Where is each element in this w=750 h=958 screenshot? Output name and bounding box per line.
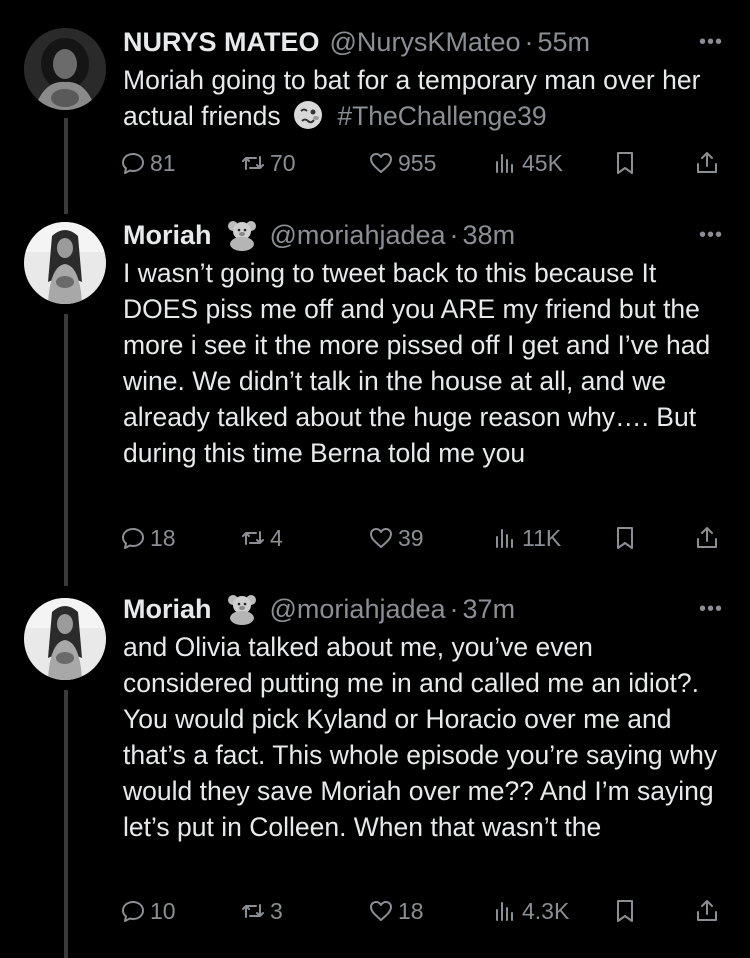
views-count: 11K — [522, 524, 562, 551]
teddy-bear-icon — [224, 593, 260, 625]
timestamp[interactable]: 55m — [537, 27, 590, 58]
retweet-button[interactable]: 70 — [240, 147, 296, 179]
avatar[interactable] — [24, 28, 106, 110]
separator: · — [524, 26, 534, 57]
bookmark-icon — [617, 152, 633, 174]
action-bar: 10 3 18 4.3K — [120, 895, 730, 927]
tweet-header: Moriah @moriahjadea · 38m ••• — [123, 217, 726, 253]
reply-count: 10 — [150, 897, 176, 924]
avatar[interactable] — [24, 222, 106, 304]
reply-count: 81 — [150, 149, 176, 176]
share-button[interactable] — [694, 522, 724, 554]
like-count: 39 — [398, 524, 424, 551]
retweet-icon — [242, 156, 264, 170]
retweet-count: 70 — [270, 149, 296, 176]
handle[interactable]: @moriahjadea — [270, 220, 446, 251]
retweet-button[interactable]: 3 — [240, 895, 283, 927]
retweet-icon — [242, 531, 264, 545]
views-icon — [496, 154, 513, 173]
reply-button[interactable]: 10 — [120, 895, 176, 927]
bookmark-button[interactable] — [612, 522, 642, 554]
display-name[interactable]: Moriah — [123, 220, 212, 251]
like-count: 18 — [398, 897, 424, 924]
like-button[interactable]: 18 — [368, 895, 424, 927]
reply-icon — [122, 528, 144, 549]
share-button[interactable] — [694, 895, 724, 927]
display-name[interactable]: NURYS MATEO — [123, 27, 320, 58]
action-bar: 18 4 39 11K — [120, 522, 730, 554]
tweet-text: and Olivia talked about me, you’ve even … — [123, 632, 718, 842]
retweet-count: 4 — [270, 524, 283, 551]
bookmark-button[interactable] — [612, 895, 642, 927]
views-count: 45K — [522, 149, 563, 176]
heart-icon — [370, 153, 392, 173]
teddy-bear-icon — [224, 219, 260, 251]
tweet-text: I wasn’t going to tweet back to this bec… — [123, 258, 711, 468]
woozy-face-icon — [292, 99, 324, 131]
reply-icon — [122, 153, 144, 174]
more-icon[interactable]: ••• — [696, 217, 726, 253]
retweet-icon — [242, 904, 264, 918]
display-name[interactable]: Moriah — [123, 594, 212, 625]
tweet-text: Moriah going to bat for a temporary man … — [123, 62, 723, 134]
reply-button[interactable]: 81 — [120, 147, 176, 179]
bookmark-button[interactable] — [612, 147, 642, 179]
thread-line — [64, 314, 68, 586]
views-button[interactable]: 4.3K — [492, 895, 569, 927]
tweet-header: NURYS MATEO @NurysKMateo · 55m ••• — [123, 24, 726, 60]
like-count: 955 — [398, 149, 437, 176]
bookmark-icon — [617, 900, 633, 922]
thread-line — [64, 690, 68, 958]
tweet-header: Moriah @moriahjadea · 37m ••• — [123, 591, 726, 627]
action-bar: 81 70 955 45K — [120, 147, 730, 179]
views-icon — [496, 529, 513, 548]
heart-icon — [370, 901, 392, 921]
separator: · — [449, 219, 459, 250]
bookmark-icon — [617, 527, 633, 549]
views-button[interactable]: 11K — [492, 522, 561, 554]
views-count: 4.3K — [522, 897, 570, 924]
timestamp[interactable]: 37m — [463, 594, 516, 625]
reply-count: 18 — [150, 524, 176, 551]
share-icon — [697, 900, 717, 921]
separator: · — [449, 593, 459, 624]
handle[interactable]: @NurysKMateo — [330, 27, 521, 58]
hashtag-link[interactable]: #TheChallenge39 — [337, 101, 546, 131]
more-icon[interactable]: ••• — [696, 591, 726, 627]
retweet-count: 3 — [270, 897, 283, 924]
share-button[interactable] — [694, 147, 724, 179]
share-icon — [697, 152, 717, 173]
more-icon[interactable]: ••• — [696, 24, 726, 60]
like-button[interactable]: 39 — [368, 522, 424, 554]
views-button[interactable]: 45K — [492, 147, 563, 179]
reply-icon — [122, 901, 144, 922]
like-button[interactable]: 955 — [368, 147, 436, 179]
views-icon — [496, 902, 513, 921]
retweet-button[interactable]: 4 — [240, 522, 283, 554]
handle[interactable]: @moriahjadea — [270, 594, 446, 625]
share-icon — [697, 527, 717, 548]
thread-line — [64, 118, 68, 214]
reply-button[interactable]: 18 — [120, 522, 176, 554]
heart-icon — [370, 528, 392, 548]
timestamp[interactable]: 38m — [463, 220, 516, 251]
avatar[interactable] — [24, 598, 106, 680]
